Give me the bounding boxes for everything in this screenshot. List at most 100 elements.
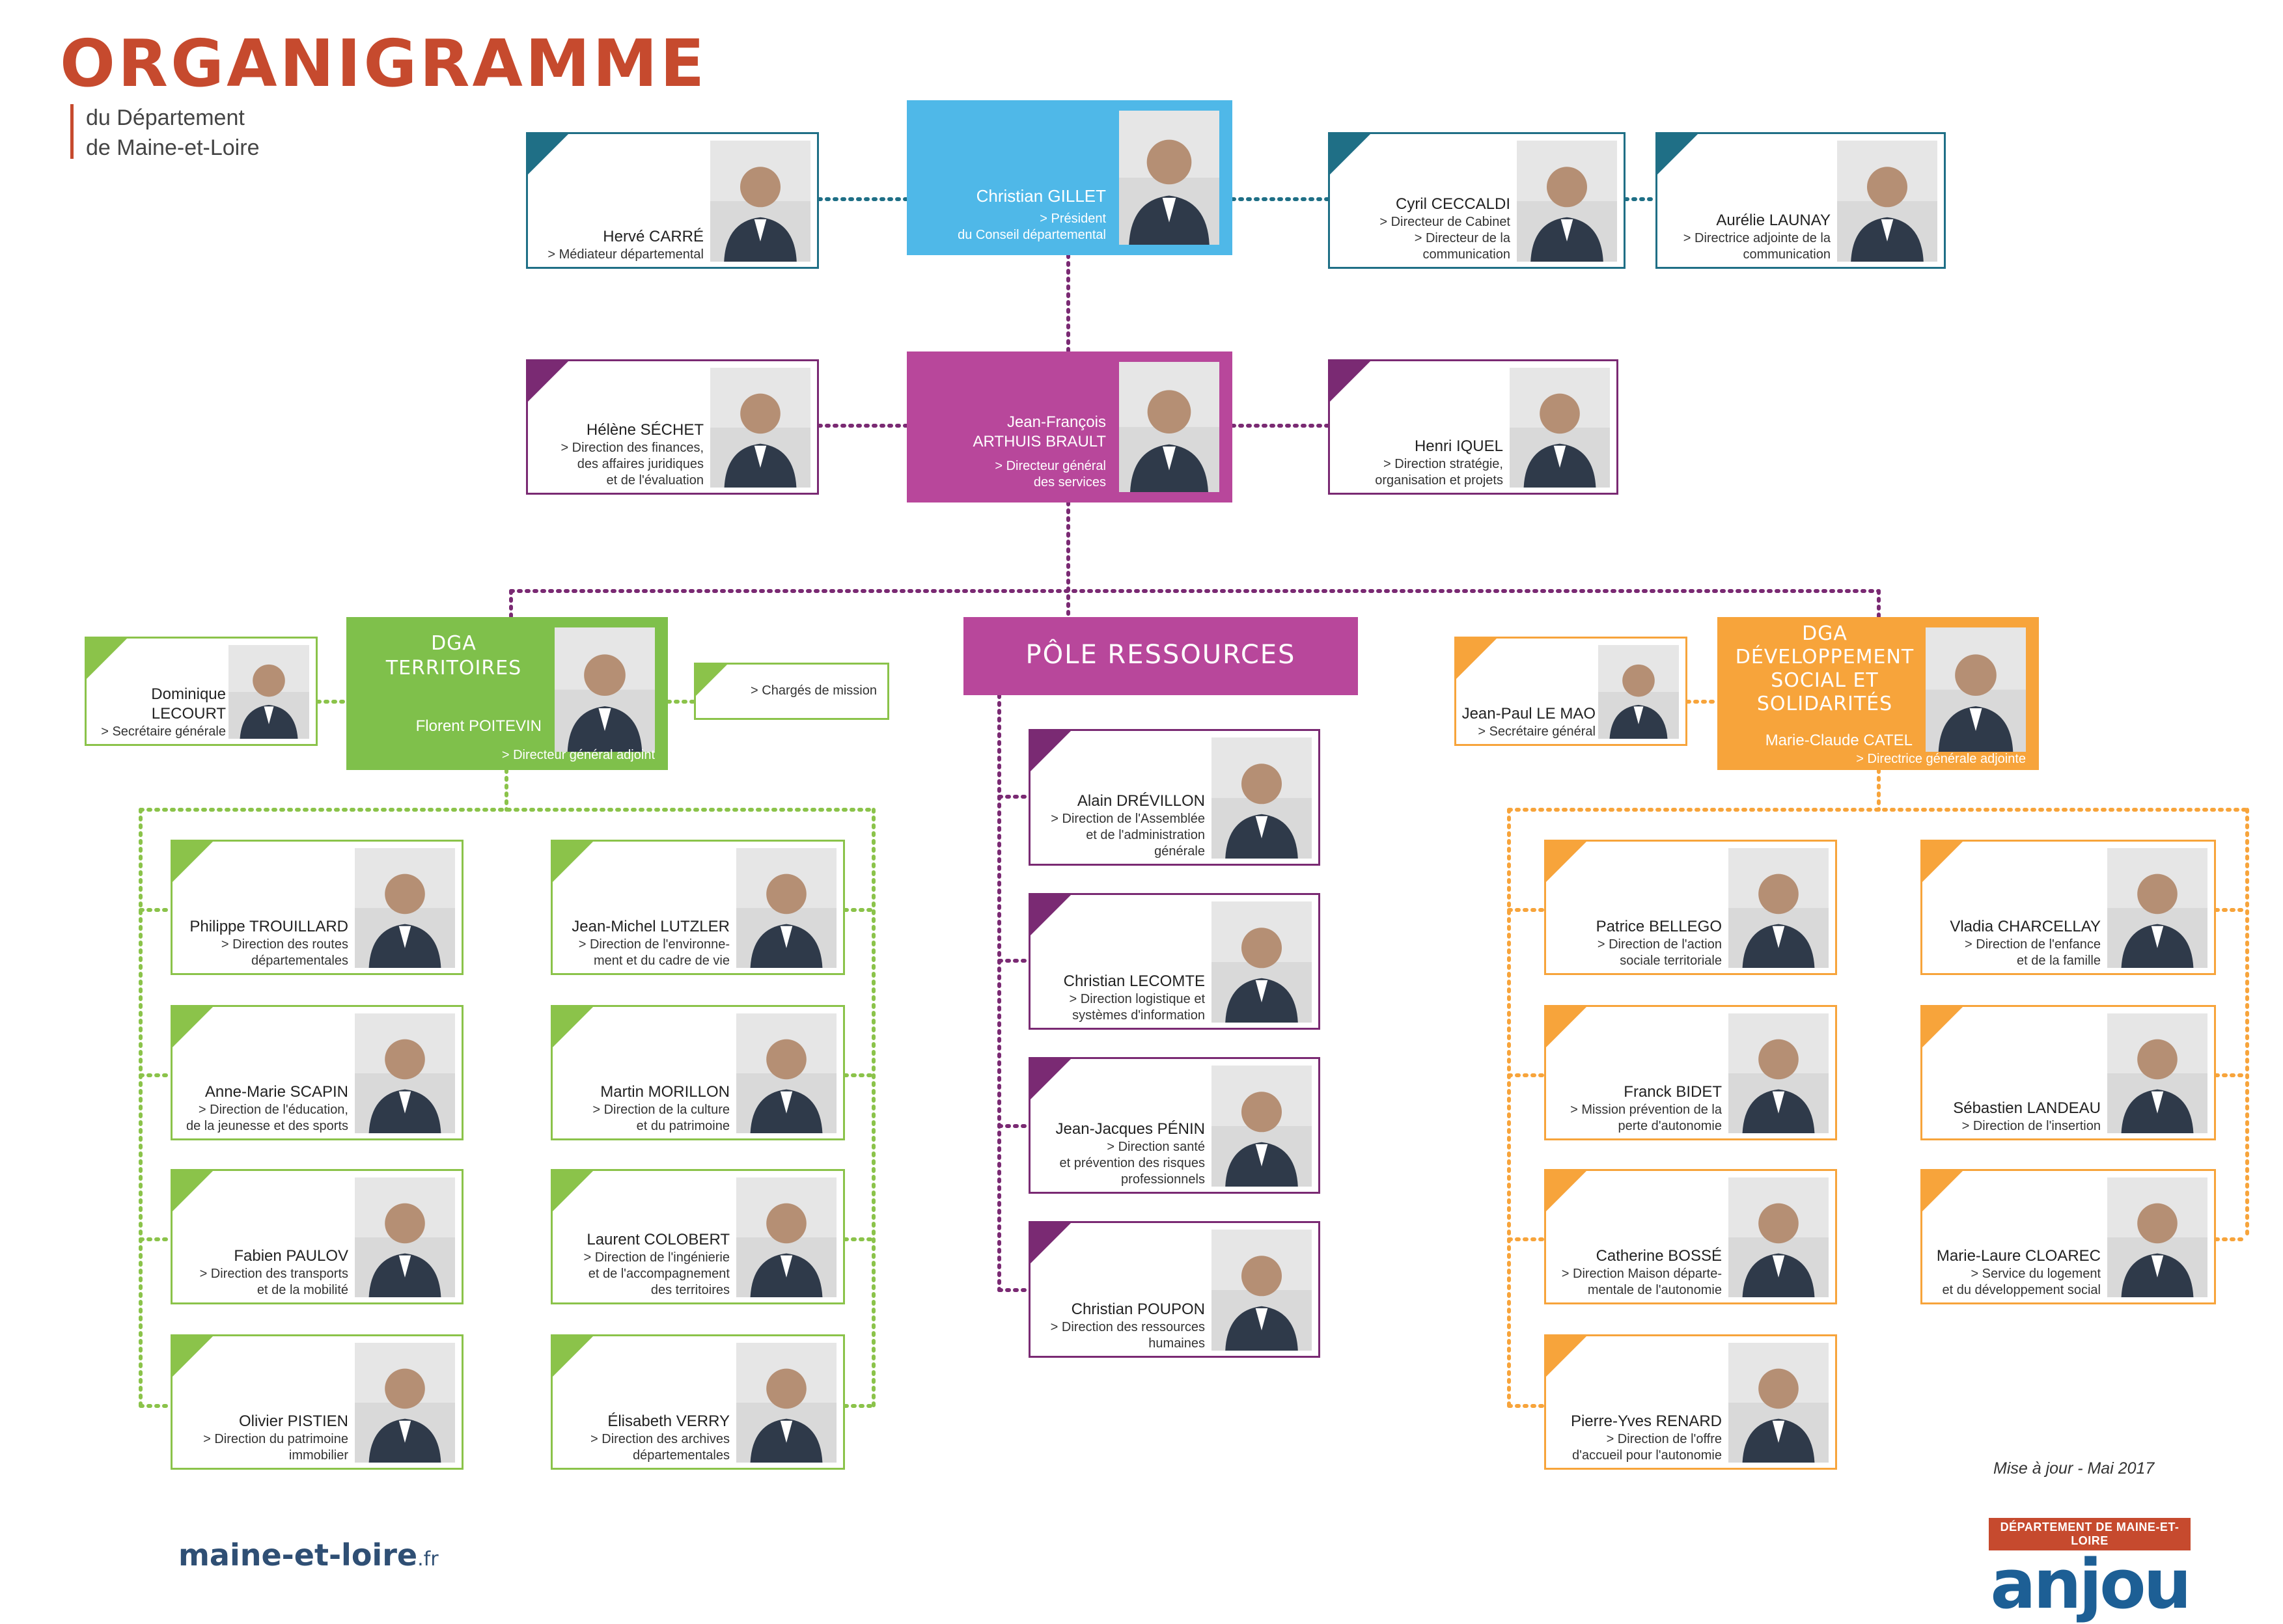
dgs-box: Jean-François ARTHUIS BRAULT > Directeur… bbox=[907, 351, 1232, 502]
card-info: Dominique LECOURT > Secrétaire générale bbox=[87, 685, 226, 740]
portrait-icon bbox=[2107, 1177, 2207, 1297]
card-info: Cyril CECCALDI > Directeur de Cabinet > … bbox=[1379, 195, 1510, 263]
person-role: > Médiateur départemental bbox=[547, 247, 704, 262]
corner-fold-icon bbox=[1455, 637, 1498, 680]
person-photo bbox=[1598, 645, 1679, 739]
card-christian-lecomte: Christian LECOMTE > Direction logistique… bbox=[1029, 893, 1320, 1030]
corner-fold-icon bbox=[551, 1170, 594, 1213]
corner-fold-icon bbox=[1921, 1006, 1964, 1049]
subtitle-line-2: de Maine-et-Loire bbox=[86, 135, 260, 160]
person-name: Fabien PAULOV bbox=[234, 1247, 348, 1265]
website-link[interactable]: maine-et-loire.fr bbox=[178, 1537, 439, 1573]
portrait-icon bbox=[2107, 848, 2207, 968]
corner-fold-icon bbox=[1656, 133, 1699, 176]
portrait-icon bbox=[710, 141, 810, 262]
card-henri-iquel: Henri IQUEL > Direction stratégie, organ… bbox=[1328, 359, 1618, 495]
president-role: > Président du Conseil départemental bbox=[958, 212, 1106, 242]
card-info: Christian LECOMTE > Direction logistique… bbox=[1064, 972, 1205, 1024]
card-info: Hélène SÉCHET > Direction des finances, … bbox=[560, 420, 704, 489]
dga-social-role: > Directrice générale adjointe bbox=[1856, 752, 2026, 766]
president-info: Christian GILLET > Président du Conseil … bbox=[958, 181, 1106, 243]
person-photo bbox=[1211, 901, 1312, 1023]
person-photo bbox=[1510, 368, 1610, 488]
corner-fold-icon bbox=[1545, 1006, 1588, 1049]
portrait-icon bbox=[1211, 1066, 1312, 1187]
dga-social-info: Marie-Claude CATEL bbox=[1765, 731, 1913, 750]
person-role: > Secrétaire général bbox=[1478, 724, 1596, 739]
corner-fold-icon bbox=[1545, 840, 1588, 883]
person-photo bbox=[736, 1343, 837, 1463]
card-herve-carre: Hervé CARRÉ > Médiateur départemental bbox=[526, 132, 819, 269]
person-name: Olivier PISTIEN bbox=[238, 1412, 348, 1430]
person-photo bbox=[710, 141, 810, 262]
subtitle-rule bbox=[70, 104, 74, 159]
person-photo bbox=[710, 368, 810, 488]
portrait-icon bbox=[1926, 627, 2026, 752]
card-franck-bidet: Franck BIDET > Mission prévention de la … bbox=[1544, 1005, 1837, 1140]
portrait-icon bbox=[355, 1343, 455, 1463]
person-name: Anne-Marie SCAPIN bbox=[204, 1083, 348, 1101]
dga-territoires-role: > Directeur général adjoint bbox=[501, 748, 655, 762]
dga-social-name: Marie-Claude CATEL bbox=[1765, 732, 1913, 749]
corner-fold-icon bbox=[1921, 1170, 1964, 1213]
person-role: > Direction des finances, des affaires j… bbox=[560, 441, 704, 488]
person-role: > Service du logement et du développemen… bbox=[1942, 1267, 2101, 1297]
corner-fold-icon bbox=[551, 1006, 594, 1049]
card-info: Pierre-Yves RENARD > Direction de l'offr… bbox=[1571, 1412, 1722, 1464]
update-note: Mise à jour - Mai 2017 bbox=[1993, 1459, 2155, 1478]
person-role: > Direction des archives départementales bbox=[590, 1432, 730, 1463]
portrait-icon bbox=[1728, 1343, 1829, 1463]
person-photo bbox=[1211, 737, 1312, 859]
corner-fold-icon bbox=[527, 133, 570, 176]
website-tld: .fr bbox=[417, 1548, 439, 1571]
card-anne-marie-scapin: Anne-Marie SCAPIN > Direction de l'éduca… bbox=[171, 1005, 464, 1140]
corner-fold-icon bbox=[1329, 360, 1372, 403]
dgs-info: Jean-François ARTHUIS BRAULT > Directeur… bbox=[973, 413, 1106, 491]
corner-fold-icon bbox=[1029, 1058, 1072, 1101]
card-vladia-charcellay: Vladia CHARCELLAY > Direction de l'enfan… bbox=[1920, 840, 2216, 975]
card-fabien-paulov: Fabien PAULOV > Direction des transports… bbox=[171, 1169, 464, 1304]
person-name: Patrice BELLEGO bbox=[1596, 918, 1722, 935]
portrait-icon bbox=[355, 1013, 455, 1133]
corner-fold-icon bbox=[1545, 1170, 1588, 1213]
person-name: Martin MORILLON bbox=[600, 1083, 730, 1101]
card-info: Olivier PISTIEN > Direction du patrimoin… bbox=[203, 1412, 348, 1464]
card-info: Henri IQUEL > Direction stratégie, organ… bbox=[1375, 437, 1503, 489]
corner-fold-icon bbox=[1329, 133, 1372, 176]
portrait-icon bbox=[736, 1343, 837, 1463]
card-patrice-bellego: Patrice BELLEGO > Direction de l'action … bbox=[1544, 840, 1837, 975]
president-name: Christian GILLET bbox=[976, 186, 1106, 206]
person-role: > Direction de l'action sociale territor… bbox=[1597, 937, 1722, 968]
corner-fold-icon bbox=[1545, 1335, 1588, 1378]
president-photo bbox=[1119, 111, 1219, 245]
person-role: > Directrice adjointe de la communicatio… bbox=[1683, 231, 1831, 262]
person-photo bbox=[2107, 1177, 2207, 1297]
corner-fold-icon bbox=[171, 1170, 214, 1213]
portrait-icon bbox=[2107, 1013, 2207, 1133]
person-name: Hélène SÉCHET bbox=[586, 421, 704, 439]
person-role: > Direction des transports et de la mobi… bbox=[199, 1267, 348, 1297]
card-info: Alain DRÉVILLON > Direction de l'Assembl… bbox=[1051, 791, 1205, 860]
card-cyril-ceccaldi: Cyril CECCALDI > Directeur de Cabinet > … bbox=[1328, 132, 1626, 269]
card-info: Anne-Marie SCAPIN > Direction de l'éduca… bbox=[186, 1082, 348, 1135]
card-catherine-bosse: Catherine BOSSÉ > Direction Maison dépar… bbox=[1544, 1169, 1837, 1304]
person-photo bbox=[1517, 141, 1617, 262]
person-name: Dominique LECOURT bbox=[151, 685, 226, 723]
corner-fold-icon bbox=[695, 663, 728, 697]
subtitle-line-1: du Département bbox=[86, 105, 245, 130]
page-title: ORGANIGRAMME bbox=[60, 25, 708, 102]
card-dominique-lecourt: Dominique LECOURT > Secrétaire générale bbox=[85, 637, 318, 746]
person-role: > Direction des routes départementales bbox=[221, 937, 348, 968]
person-photo bbox=[736, 848, 837, 968]
person-role: > Direction de l'offre d'accueil pour l'… bbox=[1572, 1432, 1722, 1463]
person-name: Sébastien LANDEAU bbox=[1953, 1099, 2101, 1117]
portrait-icon bbox=[1119, 362, 1219, 492]
person-photo bbox=[1837, 141, 1937, 262]
person-photo bbox=[355, 1177, 455, 1297]
person-role: > Direction de la culture et du patrimoi… bbox=[592, 1103, 730, 1133]
card-info: Philippe TROUILLARD > Direction des rout… bbox=[189, 917, 348, 969]
portrait-icon bbox=[1728, 1177, 1829, 1297]
card-philippe-trouillard: Philippe TROUILLARD > Direction des rout… bbox=[171, 840, 464, 975]
person-role: > Direction de l'éducation, de la jeunes… bbox=[186, 1103, 348, 1133]
person-role: > Direction du patrimoine immobilier bbox=[203, 1432, 348, 1463]
